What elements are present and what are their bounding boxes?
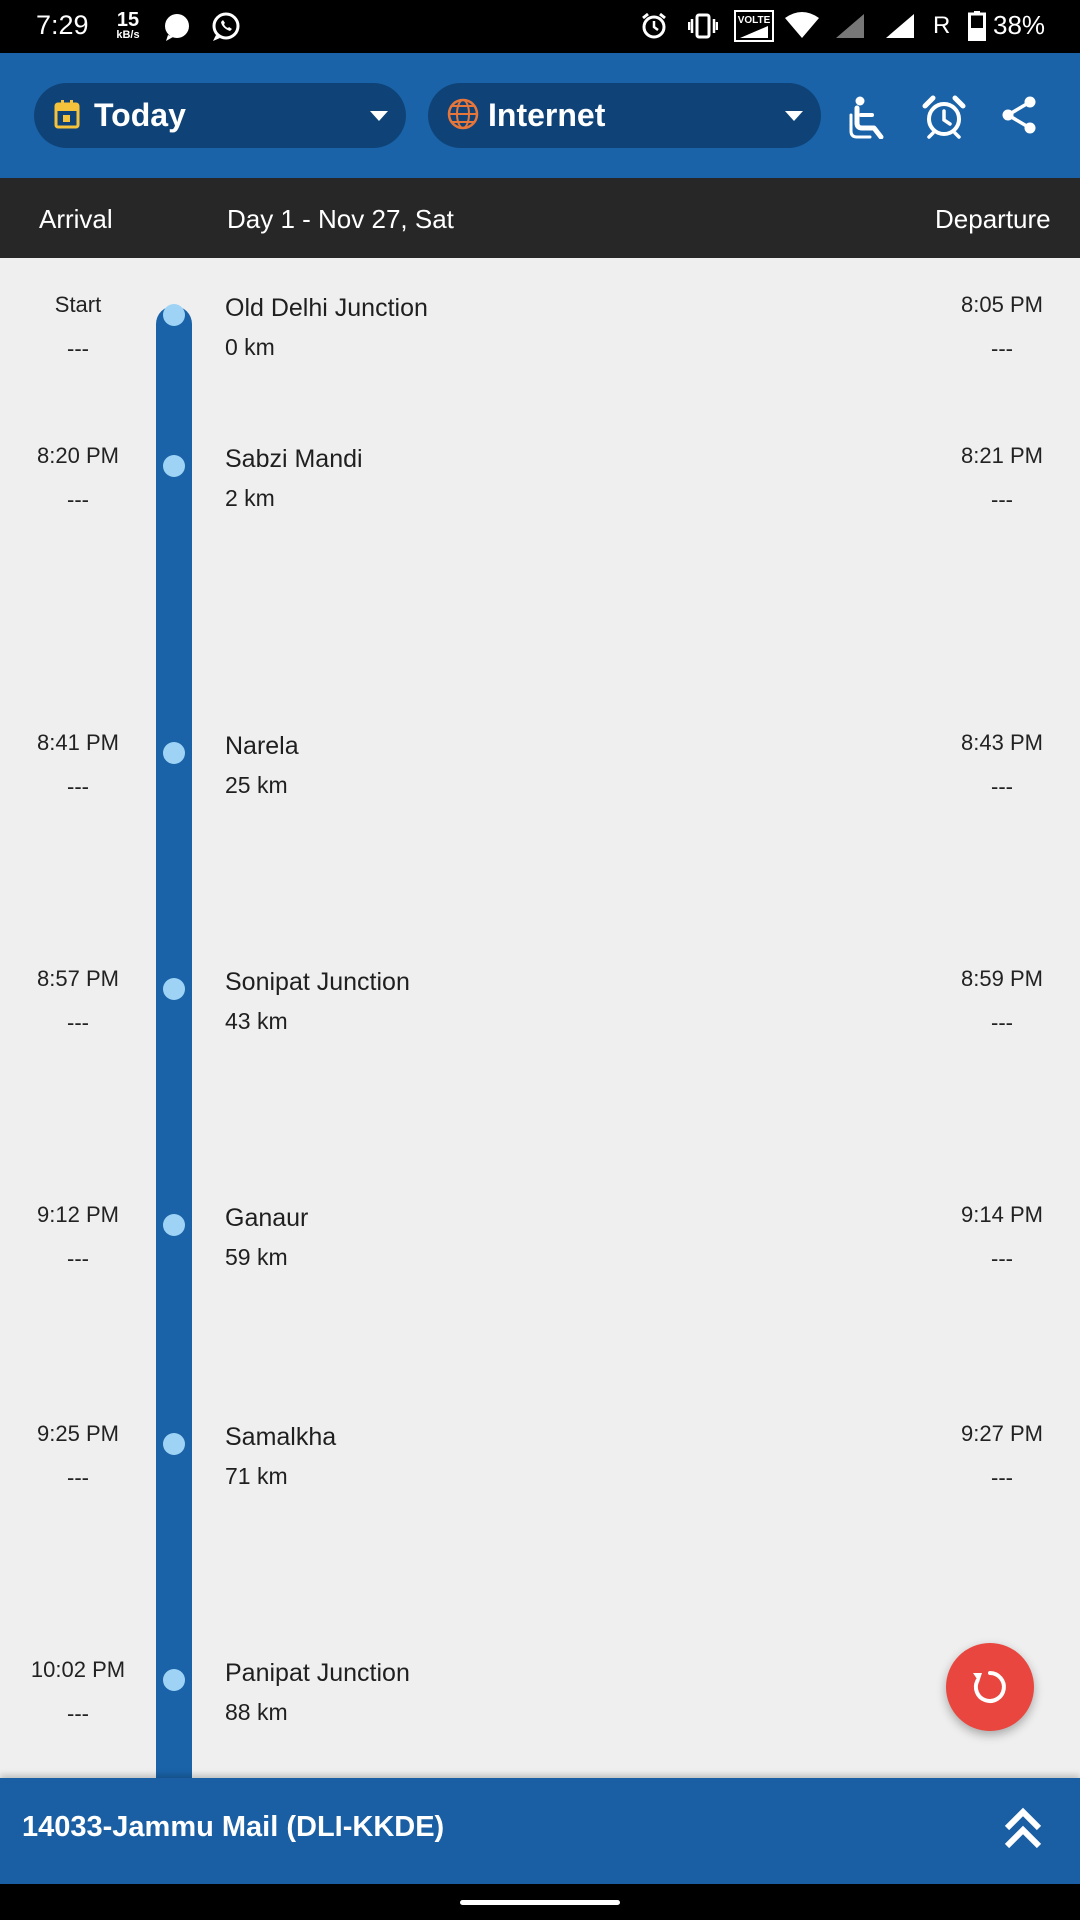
arrival-delay: ---: [67, 1010, 89, 1035]
globe-icon: [446, 97, 480, 136]
departure-delay: ---: [991, 1465, 1013, 1490]
system-nav-bar: [0, 1884, 1080, 1920]
station-row[interactable]: 8:57 PM --- Sonipat Junction 43 km 8:59 …: [0, 966, 1080, 1066]
refresh-icon: [973, 1671, 1006, 1703]
departure-time: 8:21 PM: [961, 443, 1043, 468]
station-list[interactable]: Start --- Old Delhi Junction 0 km 8:05 P…: [0, 258, 1080, 1778]
net-speed: 15 kB/s: [112, 10, 144, 41]
station-marker: [163, 1669, 185, 1691]
signal-icon: [884, 12, 916, 45]
arrival-delay: ---: [67, 1465, 89, 1490]
station-name: Panipat Junction: [225, 1659, 410, 1687]
svg-text:VOLTE: VOLTE: [738, 15, 771, 26]
arrival-time: 8:57 PM: [37, 966, 119, 991]
arrival-delay: ---: [67, 774, 89, 799]
departure-delay: ---: [991, 1246, 1013, 1271]
station-name: Old Delhi Junction: [225, 294, 428, 322]
station-marker: [163, 455, 185, 477]
train-info-bar[interactable]: 14033-Jammu Mail (DLI-KKDE): [0, 1778, 1080, 1884]
departure-time: 8:59 PM: [961, 966, 1043, 991]
date-selector-dropdown[interactable]: Today: [34, 83, 406, 148]
station-row[interactable]: 9:25 PM --- Samalkha 71 km 9:27 PM ---: [0, 1421, 1080, 1521]
arrival-delay: ---: [67, 487, 89, 512]
whatsapp-icon: [210, 11, 242, 48]
date-selector-label: Today: [94, 97, 186, 133]
arrival-time: 9:25 PM: [37, 1421, 119, 1446]
volte-icon: VOLTE: [734, 10, 774, 47]
departure-column-header: Departure: [935, 204, 1051, 234]
station-marker: [163, 1433, 185, 1455]
station-distance: 71 km: [225, 1463, 288, 1489]
arrival-column-header: Arrival: [39, 204, 113, 234]
station-row[interactable]: 8:41 PM --- Narela 25 km 8:43 PM ---: [0, 730, 1080, 830]
departure-time: 9:14 PM: [961, 1202, 1043, 1227]
share-button[interactable]: [999, 95, 1047, 143]
arrival-time: 8:41 PM: [37, 730, 119, 755]
arrival-time: 9:12 PM: [37, 1202, 119, 1227]
departure-delay: ---: [991, 336, 1013, 361]
arrival-time: Start: [54, 292, 102, 317]
station-row[interactable]: Start --- Old Delhi Junction 0 km 8:05 P…: [0, 292, 1080, 392]
station-marker: [163, 1214, 185, 1236]
arrival-time: 8:20 PM: [37, 443, 119, 468]
message-bubble-icon: [162, 12, 192, 47]
calendar-icon: [54, 99, 80, 134]
net-speed-value: 15: [116, 9, 140, 31]
day-label: Day 1 - Nov 27, Sat: [227, 204, 454, 234]
station-distance: 25 km: [225, 772, 288, 798]
departure-time: 8:05 PM: [961, 292, 1043, 317]
station-marker: [163, 978, 185, 1000]
roaming-indicator: R: [933, 12, 951, 39]
share-icon: [999, 96, 1039, 139]
vibrate-icon: [687, 13, 719, 44]
station-marker: [163, 742, 185, 764]
home-gesture-handle[interactable]: [460, 1900, 620, 1905]
battery-percentage: 38%: [993, 10, 1046, 40]
departure-delay: ---: [991, 487, 1013, 512]
status-bar: 7:29 15 kB/s VOLTE R 38%: [0, 0, 1080, 53]
arrival-delay: ---: [67, 1246, 89, 1271]
chevron-down-icon: [370, 111, 388, 121]
signal-icon: [834, 12, 866, 45]
station-name: Narela: [225, 732, 299, 760]
battery-icon: [968, 11, 986, 46]
source-selector-label: Internet: [488, 97, 606, 133]
arrival-delay: ---: [67, 1701, 89, 1726]
departure-delay: ---: [991, 774, 1013, 799]
station-name: Samalkha: [225, 1423, 337, 1451]
station-row[interactable]: 10:02 PM --- Panipat Junction 88 km: [0, 1657, 1080, 1757]
double-chevron-up-icon[interactable]: [1004, 1806, 1042, 1857]
accessible-seat-icon: [848, 96, 892, 143]
wifi-icon: [784, 12, 820, 45]
departure-time: 8:43 PM: [961, 730, 1043, 755]
station-marker: [163, 304, 185, 326]
station-distance: 0 km: [225, 334, 275, 360]
alarm-status-icon: [640, 12, 668, 45]
seat-availability-button[interactable]: [848, 95, 896, 143]
train-title: 14033-Jammu Mail (DLI-KKDE): [22, 1811, 445, 1843]
station-distance: 43 km: [225, 1008, 288, 1034]
departure-delay: ---: [991, 1010, 1013, 1035]
app-toolbar: Today Internet: [0, 53, 1080, 178]
station-distance: 88 km: [225, 1699, 288, 1725]
station-name: Sabzi Mandi: [225, 445, 363, 473]
station-row[interactable]: 9:12 PM --- Ganaur 59 km 9:14 PM ---: [0, 1202, 1080, 1302]
alarm-button[interactable]: [922, 95, 970, 143]
station-name: Sonipat Junction: [225, 968, 410, 996]
source-selector-dropdown[interactable]: Internet: [428, 83, 821, 148]
status-time: 7:29: [36, 10, 89, 40]
net-speed-unit: kB/s: [116, 29, 140, 41]
departure-time: 9:27 PM: [961, 1421, 1043, 1446]
schedule-header: Arrival Day 1 - Nov 27, Sat Departure: [0, 178, 1080, 258]
arrival-delay: ---: [67, 336, 89, 361]
arrival-time: 10:02 PM: [30, 1657, 126, 1682]
alarm-clock-icon: [922, 95, 966, 143]
station-row[interactable]: 8:20 PM --- Sabzi Mandi 2 km 8:21 PM ---: [0, 443, 1080, 543]
refresh-button[interactable]: [946, 1643, 1034, 1731]
station-distance: 2 km: [225, 485, 275, 511]
station-name: Ganaur: [225, 1204, 309, 1232]
chevron-down-icon: [785, 111, 803, 121]
station-distance: 59 km: [225, 1244, 288, 1270]
